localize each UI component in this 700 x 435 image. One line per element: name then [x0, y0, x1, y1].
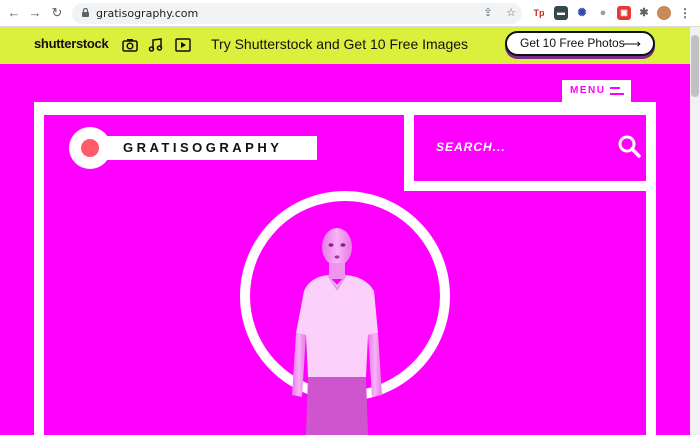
url-text: gratisography.com [96, 7, 199, 20]
address-bar[interactable]: gratisography.com ⇪ ☆ [72, 3, 522, 24]
scrollbar-thumb[interactable] [691, 35, 699, 97]
tp-extension-icon[interactable]: Tp [532, 6, 546, 20]
hero-person-image[interactable] [286, 225, 392, 435]
dark-extension-icon[interactable]: ▬ [554, 6, 568, 20]
menu-label: MENU [570, 85, 606, 96]
lock-icon [82, 8, 89, 17]
profile-avatar[interactable] [657, 6, 671, 20]
back-icon[interactable]: ← [6, 5, 22, 21]
promo-banner: shutterstock Try Shutterstock and Get 10… [0, 27, 690, 64]
extensions-puzzle-icon[interactable]: ✱ [637, 6, 651, 20]
red-extension-icon[interactable]: ▣ [617, 6, 631, 20]
video-play-icon[interactable] [175, 38, 191, 52]
music-note-icon[interactable] [148, 38, 164, 52]
logo-dot [81, 139, 99, 157]
logo-text: GRATISOGRAPHY [123, 140, 283, 155]
site-logo-wordmark[interactable]: GRATISOGRAPHY [103, 136, 317, 160]
share-icon[interactable]: ⇪ [481, 6, 495, 20]
shutterstock-logo[interactable]: shutterstock [34, 36, 109, 51]
bookmark-star-icon[interactable]: ☆ [504, 6, 518, 20]
forward-icon[interactable]: → [27, 5, 43, 21]
page-scrollbar[interactable] [690, 27, 700, 435]
more-menu-icon[interactable]: ⋮ [678, 6, 692, 20]
cta-label: Get 10 Free Photos [520, 36, 625, 50]
grey-extension-icon[interactable]: ● [596, 6, 610, 20]
media-type-icons [122, 38, 197, 57]
reload-icon[interactable]: ↻ [49, 5, 65, 21]
search-field[interactable]: SEARCH... [414, 115, 646, 181]
banner-headline: Try Shutterstock and Get 10 Free Images [211, 36, 469, 52]
browser-toolbar: ← → ↻ gratisography.com ⇪ ☆ Tp ▬ ✺ ● ▣ ✱… [0, 0, 700, 27]
search-panel: SEARCH... [404, 115, 646, 191]
logo-badge-icon[interactable] [69, 127, 111, 169]
arrow-right-icon: ⟶ [622, 36, 641, 51]
menu-button[interactable]: MENU [562, 80, 631, 102]
hamburger-icon [610, 87, 624, 95]
search-placeholder: SEARCH... [436, 140, 506, 154]
camera-icon[interactable] [122, 38, 138, 52]
settings-extension-icon[interactable]: ✺ [575, 6, 589, 20]
search-icon[interactable] [617, 134, 641, 158]
get-free-photos-button[interactable]: Get 10 Free Photos ⟶ [505, 31, 655, 56]
